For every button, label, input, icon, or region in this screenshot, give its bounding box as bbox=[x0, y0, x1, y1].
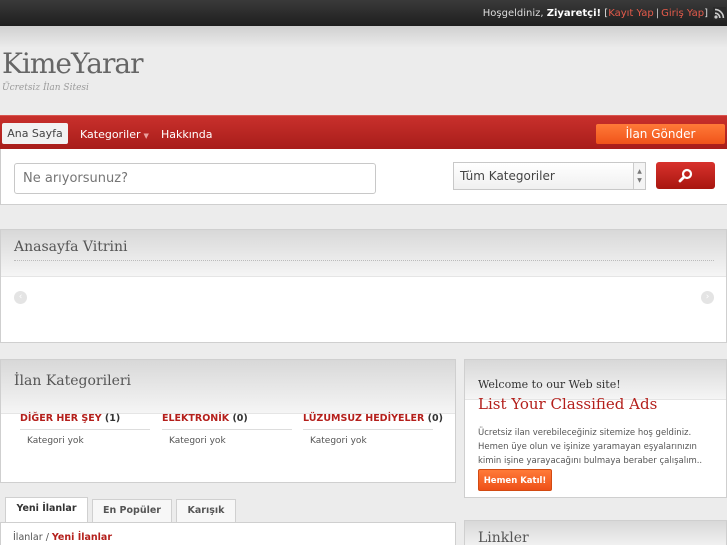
search-icon bbox=[678, 168, 693, 183]
user-greeting: Hoşgeldiniz, Ziyaretçi! [ Kayıt Yap | Giri… bbox=[483, 0, 727, 26]
category-link[interactable]: DİĞER HER ŞEY (1) bbox=[20, 413, 150, 430]
nav-about[interactable]: Hakkında bbox=[161, 124, 213, 145]
top-bar: Hoşgeldiniz, Ziyaretçi! [ Kayıt Yap | Giri… bbox=[0, 0, 727, 26]
chevron-down-icon: ▼ bbox=[143, 132, 149, 140]
main-nav: Ana Sayfa Kategoriler ▼ Hakkında İlan Gön… bbox=[0, 115, 727, 149]
prev-arrow-icon[interactable]: ‹ bbox=[14, 291, 27, 304]
category-column: DİĞER HER ŞEY (1) Kategori yok bbox=[20, 413, 150, 446]
welcome-title: List Your Classified Ads bbox=[478, 395, 658, 413]
subcategory-empty: Kategori yok bbox=[310, 436, 367, 446]
register-link[interactable]: Kayıt Yap bbox=[608, 8, 654, 19]
nav-categories[interactable]: Kategoriler ▼ bbox=[80, 124, 149, 145]
welcome-text: Hoşgeldiniz, bbox=[482, 7, 544, 19]
category-count: (1) bbox=[104, 413, 121, 424]
category-select-value: Tüm Kategoriler bbox=[460, 169, 555, 183]
subcategory-empty: Kategori yok bbox=[169, 436, 226, 446]
visitor-name: Ziyaretçi! bbox=[546, 7, 602, 19]
next-arrow-icon[interactable]: › bbox=[701, 291, 714, 304]
tab-new-listings[interactable]: Yeni İlanlar bbox=[5, 497, 88, 523]
category-name: DİĞER HER ŞEY bbox=[20, 413, 102, 424]
bracket-close: ] bbox=[704, 7, 708, 19]
showcase-title: Anasayfa Vitrini bbox=[14, 239, 128, 255]
search-input[interactable] bbox=[14, 163, 376, 194]
site-logo[interactable]: KimeYarar bbox=[2, 47, 143, 80]
category-name: LÜZUMSUZ HEDİYELER bbox=[303, 413, 425, 424]
tab-mixed[interactable]: Karışık bbox=[176, 499, 236, 522]
breadcrumb-root[interactable]: İlanlar bbox=[13, 532, 43, 543]
top-shade bbox=[0, 26, 727, 48]
links-panel: Linkler bbox=[464, 520, 727, 545]
category-name: ELEKTRONİK bbox=[162, 413, 230, 424]
nav-home[interactable]: Ana Sayfa bbox=[2, 123, 68, 144]
breadcrumb-current: Yeni İlanlar bbox=[51, 532, 113, 543]
separator: | bbox=[655, 7, 660, 19]
welcome-panel: Welcome to our Web site! List Your Class… bbox=[464, 359, 727, 498]
tab-content: İlanlar / Yeni İlanlar bbox=[0, 522, 456, 545]
breadcrumb-separator: / bbox=[45, 532, 49, 543]
category-link[interactable]: LÜZUMSUZ HEDİYELER (0) bbox=[303, 413, 443, 430]
categories-panel: İlan Kategorileri DİĞER HER ŞEY (1) Kate… bbox=[0, 359, 456, 483]
subcategory-empty: Kategori yok bbox=[27, 436, 84, 446]
category-count: (0) bbox=[232, 413, 248, 424]
divider bbox=[14, 260, 714, 261]
showcase-panel: Anasayfa Vitrini ‹ › bbox=[0, 229, 727, 343]
join-button[interactable]: Hemen Katıl! bbox=[478, 469, 552, 491]
category-select[interactable]: Tüm Kategoriler ▲ ▼ bbox=[453, 162, 646, 190]
category-column: LÜZUMSUZ HEDİYELER (0) Kategori yok bbox=[303, 413, 443, 446]
listing-tabs: Yeni İlanlar En Popüler Karışık İlanlar … bbox=[0, 495, 456, 545]
search-button[interactable] bbox=[656, 162, 715, 189]
links-title: Linkler bbox=[478, 530, 529, 545]
search-bar: Tüm Kategoriler ▲▼ bbox=[0, 149, 727, 205]
nav-categories-label: Kategoriler bbox=[80, 128, 141, 141]
category-column: ELEKTRONİK (0) Kategori yok bbox=[162, 413, 292, 446]
login-link[interactable]: Giriş Yap bbox=[661, 8, 704, 19]
select-arrows-icon: ▲ ▼ bbox=[633, 163, 645, 189]
tab-popular[interactable]: En Popüler bbox=[92, 499, 172, 522]
breadcrumb: İlanlar / Yeni İlanlar bbox=[13, 532, 112, 543]
welcome-text: Ücretsiz ilan verebileceğiniz sitemize h… bbox=[478, 428, 703, 466]
site-tagline: Ücretsiz İlan Sitesi bbox=[2, 83, 89, 93]
post-ad-button[interactable]: İlan Gönder bbox=[596, 124, 725, 144]
category-count: (0) bbox=[427, 413, 443, 424]
welcome-subtitle: Welcome to our Web site! bbox=[478, 378, 621, 391]
categories-title: İlan Kategorileri bbox=[14, 373, 132, 389]
rss-icon[interactable] bbox=[713, 6, 726, 20]
category-link[interactable]: ELEKTRONİK (0) bbox=[162, 413, 292, 430]
